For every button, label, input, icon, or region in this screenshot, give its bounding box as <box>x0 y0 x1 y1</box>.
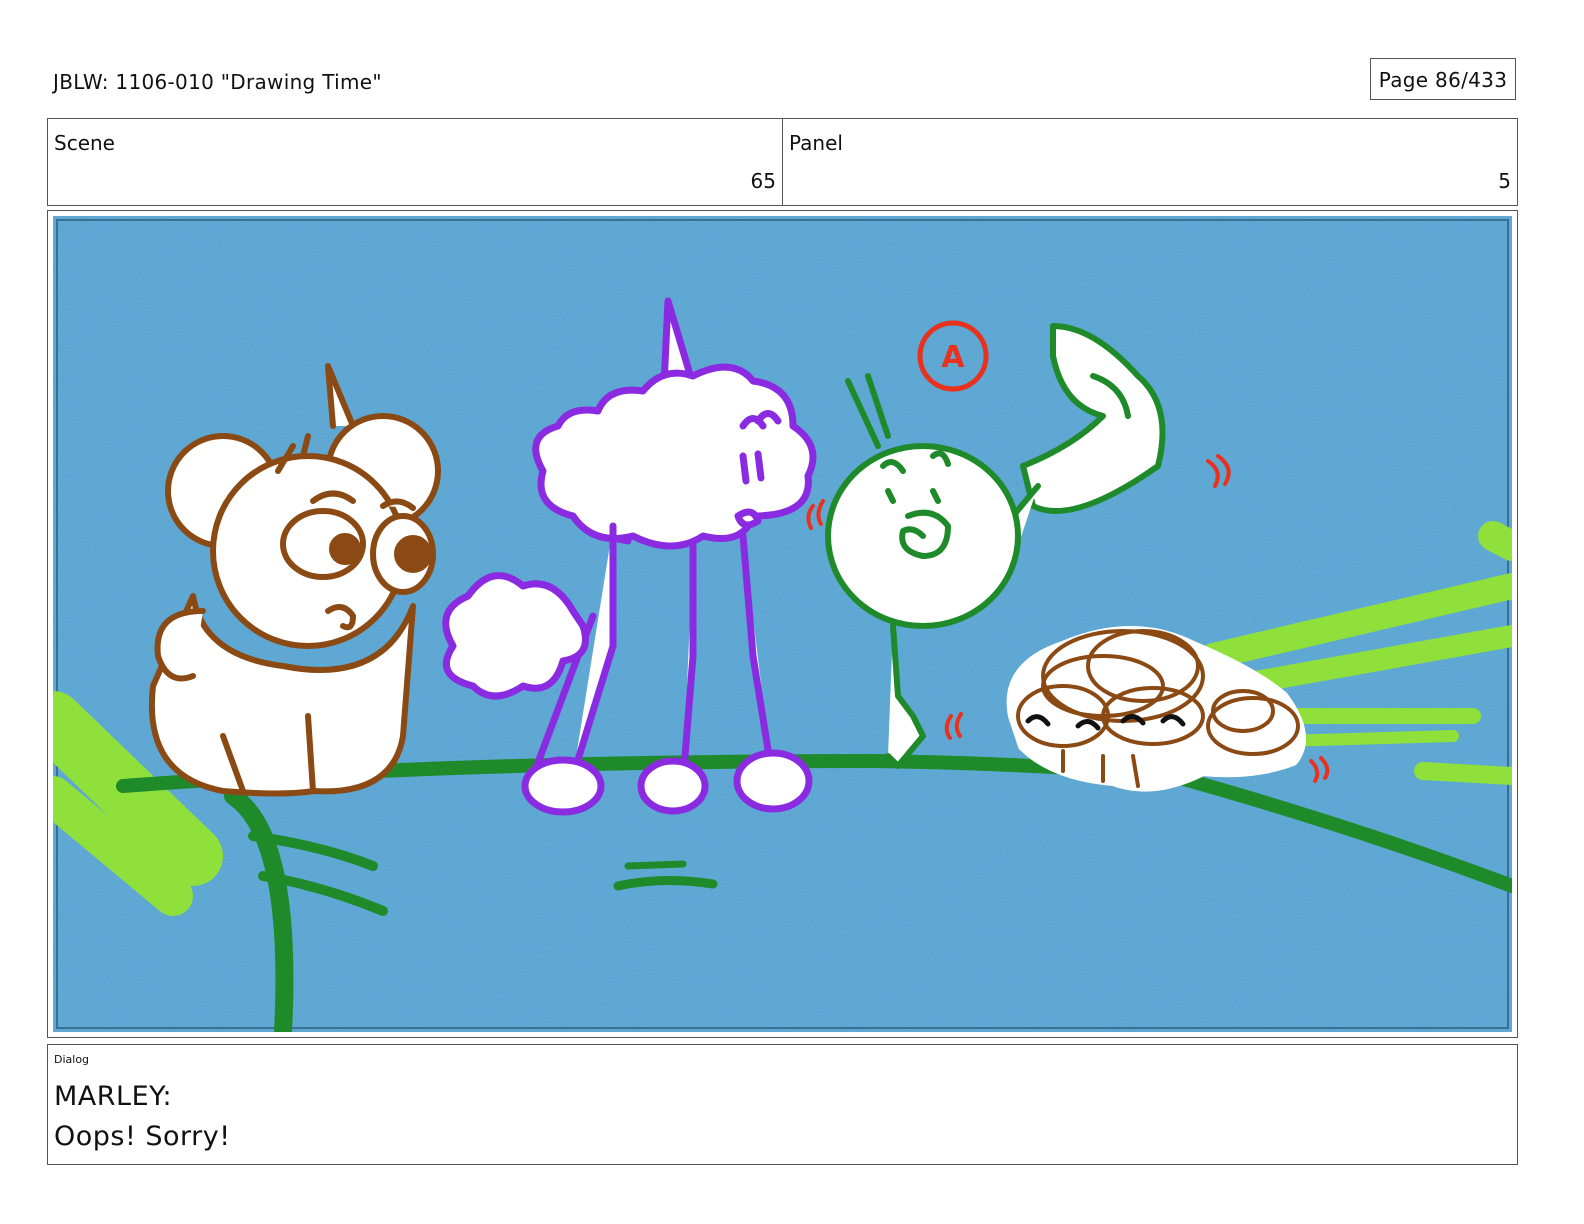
scene-cell: Scene 65 <box>48 119 782 205</box>
dialog-box: Dialog MARLEY: Oops! Sorry! <box>47 1044 1518 1165</box>
annotation-letter: A <box>941 340 965 375</box>
storyboard-frame: A <box>47 210 1518 1038</box>
storyboard-drawing: A <box>53 216 1512 1032</box>
dialog-speaker: MARLEY: <box>54 1081 173 1112</box>
page-number: Page 86/433 <box>1370 58 1516 100</box>
document-title: JBLW: 1106-010 "Drawing Time" <box>53 70 382 94</box>
dialog-label: Dialog <box>54 1053 90 1066</box>
panel-cell: Panel 5 <box>782 119 1517 205</box>
panel-number: 5 <box>1498 169 1511 193</box>
drawing-canvas: A <box>53 216 1512 1032</box>
scene-label: Scene <box>54 131 115 155</box>
scene-number: 65 <box>750 169 776 193</box>
scene-panel-row: Scene 65 Panel 5 <box>47 118 1518 206</box>
panel-label: Panel <box>789 131 843 155</box>
dialog-line: Oops! Sorry! <box>54 1121 231 1152</box>
